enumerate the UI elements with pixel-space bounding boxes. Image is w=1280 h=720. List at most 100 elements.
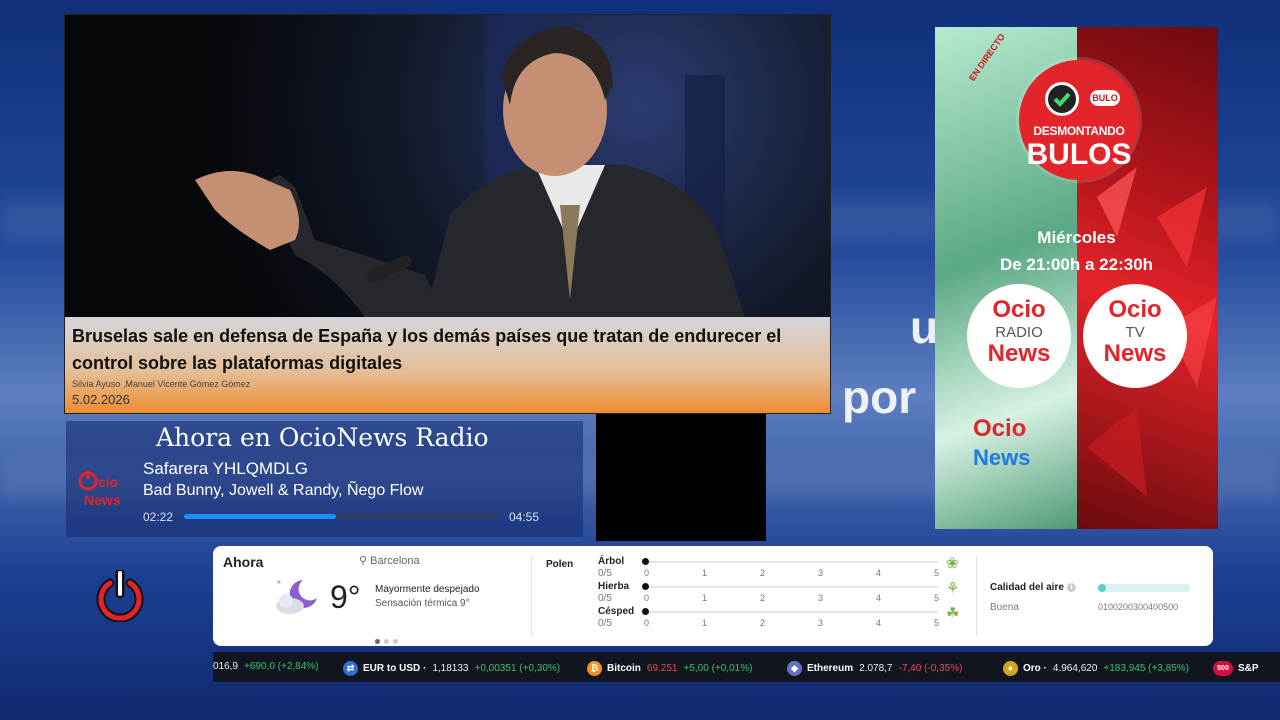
pagination-dot[interactable] bbox=[384, 639, 389, 644]
ticker-change: +0,00351 (+0,30%) bbox=[474, 663, 561, 675]
power-icon bbox=[96, 568, 144, 623]
pollen-name: Césped bbox=[598, 606, 635, 617]
ticker-change: +690,0 (+2,84%) bbox=[244, 661, 319, 672]
tree-icon: ❀ bbox=[946, 555, 959, 572]
pollen-track bbox=[646, 611, 938, 613]
promo-banner[interactable]: EN DIRECTO BULO DESMONTANDO BULOS Miérco… bbox=[935, 27, 1218, 529]
promo-hours: De 21:00h a 22:30h bbox=[999, 255, 1154, 274]
ocionews-radio-logo-icon: cio News bbox=[78, 471, 121, 508]
weather-location-name: Barcelona bbox=[370, 555, 420, 567]
ticker-item[interactable]: ◆ Ethereum 2.078,7 -7,40 (-0,35%) bbox=[787, 661, 962, 676]
news-date: 5.02.2026 bbox=[72, 392, 130, 407]
pagination-dot[interactable] bbox=[393, 639, 398, 644]
pollen-tick: 5 bbox=[934, 618, 940, 628]
pollen-tick: 3 bbox=[818, 593, 824, 603]
news-caption: Bruselas sale en defensa de España y los… bbox=[65, 317, 830, 413]
pollen-track bbox=[646, 586, 938, 588]
svg-text:cio: cio bbox=[98, 474, 118, 490]
pollen-tick: 0 bbox=[644, 618, 650, 628]
ocionews-logo: Ocio News bbox=[973, 415, 1031, 470]
sp500-icon: 500 bbox=[1213, 661, 1233, 676]
pollen-tick: 4 bbox=[876, 593, 882, 603]
lawn-icon: ☘ bbox=[946, 605, 960, 622]
debunk-badge: BULO DESMONTANDO BULOS bbox=[1019, 60, 1139, 180]
ticker-change: +183,945 (+3,85%) bbox=[1103, 663, 1190, 675]
promo-day: Miércoles bbox=[1037, 228, 1116, 247]
market-ticker[interactable]: 016,9 +690,0 (+2,84%) ⇄ EUR to USD · 1,18133… bbox=[213, 652, 1280, 682]
info-icon[interactable]: i bbox=[1066, 582, 1076, 592]
divider bbox=[976, 556, 977, 636]
pollen-tick: 1 bbox=[702, 593, 708, 603]
pollen-tick: 1 bbox=[702, 568, 708, 578]
radio-elapsed: 02:22 bbox=[143, 510, 174, 524]
radio-duration: 04:55 bbox=[509, 510, 540, 524]
news-card[interactable]: Bruselas sale en defensa de España y los… bbox=[64, 14, 831, 414]
pollen-tick: 0 bbox=[644, 568, 650, 578]
ticker-item[interactable]: ₿ Bitcoin 69.251 +5,00 (+0,01%) bbox=[587, 661, 752, 676]
ethereum-icon: ◆ bbox=[787, 661, 802, 676]
badge-title-top: DESMONTANDO bbox=[1033, 124, 1125, 138]
pollen-row: Césped 0/5 0 1 2 3 4 5 ☘ bbox=[598, 605, 960, 629]
check-icon bbox=[1045, 82, 1079, 116]
weather-widget[interactable]: Ahora ⚲ Barcelona 9° Mayormente despejad… bbox=[213, 546, 1213, 646]
air-quality-bar bbox=[1098, 584, 1190, 592]
news-headline[interactable]: Bruselas sale en defensa de España y los… bbox=[72, 323, 823, 377]
ticker-value: 4.964,620 bbox=[1052, 663, 1098, 675]
pollen-tick: 2 bbox=[760, 618, 766, 628]
ticker-change: +5,00 (+0,01%) bbox=[683, 663, 753, 675]
background-text: por bbox=[842, 371, 917, 423]
pollen-track bbox=[646, 561, 938, 563]
pollen-tick: 3 bbox=[818, 568, 824, 578]
ticker-item[interactable]: 500 S&P bbox=[1213, 661, 1265, 676]
air-quality-marker bbox=[1098, 584, 1106, 592]
power-button[interactable] bbox=[94, 568, 146, 623]
pollen-marker bbox=[642, 558, 649, 565]
radio-progress-fill bbox=[184, 514, 336, 519]
divider bbox=[531, 556, 532, 636]
radio-now-playing[interactable]: Ahora en OcioNews Radio cio News Safarer… bbox=[66, 421, 583, 537]
pollen-row: Árbol 0/5 0 1 2 3 4 5 ❀ bbox=[598, 555, 959, 579]
weather-location[interactable]: ⚲ Barcelona bbox=[359, 554, 420, 567]
pollen-score: 0/5 bbox=[598, 568, 612, 579]
pollen-label: Polen bbox=[546, 559, 574, 570]
pollen-marker bbox=[642, 583, 649, 590]
pollen-tick: 0 bbox=[644, 593, 650, 603]
ocio-radio-logo: Ocio RADIO News bbox=[967, 284, 1071, 388]
pollen-tick: 4 bbox=[876, 618, 882, 628]
news-authors: Silvia Ayuso ,Manuel Vicente Gómez Gómez bbox=[72, 379, 251, 389]
pollen-score: 0/5 bbox=[598, 618, 612, 629]
pollen-tick: 2 bbox=[760, 593, 766, 603]
ticker-name: EUR to USD · bbox=[363, 663, 427, 675]
ticker-item[interactable]: 016,9 +690,0 (+2,84%) bbox=[213, 661, 319, 672]
ocio-tv-logo: Ocio TV News bbox=[1083, 284, 1187, 388]
pollen-tick: 2 bbox=[760, 568, 766, 578]
ticker-value: 1,18133 bbox=[432, 663, 469, 675]
ticker-value: 016,9 bbox=[213, 661, 239, 672]
radio-progress-bar[interactable] bbox=[184, 514, 500, 519]
weather-now-label: Ahora bbox=[223, 554, 264, 570]
ticker-name: Ethereum bbox=[807, 663, 854, 675]
bulo-label: BULO bbox=[1090, 90, 1120, 106]
air-quality-label: Calidad del aire i bbox=[990, 582, 1076, 593]
radio-heading: Ahora en OcioNews Radio bbox=[156, 423, 489, 452]
location-pin-icon: ⚲ bbox=[359, 555, 368, 567]
air-quality-scale: 0100200300400500 bbox=[1098, 602, 1179, 612]
pollen-score: 0/5 bbox=[598, 593, 612, 604]
ticker-name: Oro · bbox=[1023, 663, 1047, 675]
air-quality-status: Buena bbox=[990, 602, 1019, 613]
ticker-item[interactable]: ● Oro · 4.964,620 +183,945 (+3,85%) bbox=[1003, 661, 1189, 676]
pollen-tick: 1 bbox=[702, 618, 708, 628]
ticker-item[interactable]: ⇄ EUR to USD · 1,18133 +0,00351 (+0,30%) bbox=[343, 661, 560, 676]
currency-icon: ⇄ bbox=[343, 661, 358, 676]
pollen-tick: 5 bbox=[934, 593, 940, 603]
weather-pagination[interactable] bbox=[375, 631, 402, 649]
ticker-value: 2.078,7 bbox=[859, 663, 893, 675]
radio-song-title: Safarera YHLQMDLG bbox=[143, 459, 309, 478]
radio-artist: Bad Bunny, Jowell & Randy, Ñego Flow bbox=[143, 482, 424, 499]
pollen-tick: 4 bbox=[876, 568, 882, 578]
pagination-dot[interactable] bbox=[375, 639, 380, 644]
pollen-name: Hierba bbox=[598, 581, 630, 592]
bitcoin-icon: ₿ bbox=[587, 661, 602, 676]
gold-icon: ● bbox=[1003, 661, 1018, 676]
background-text: u bbox=[910, 301, 939, 353]
